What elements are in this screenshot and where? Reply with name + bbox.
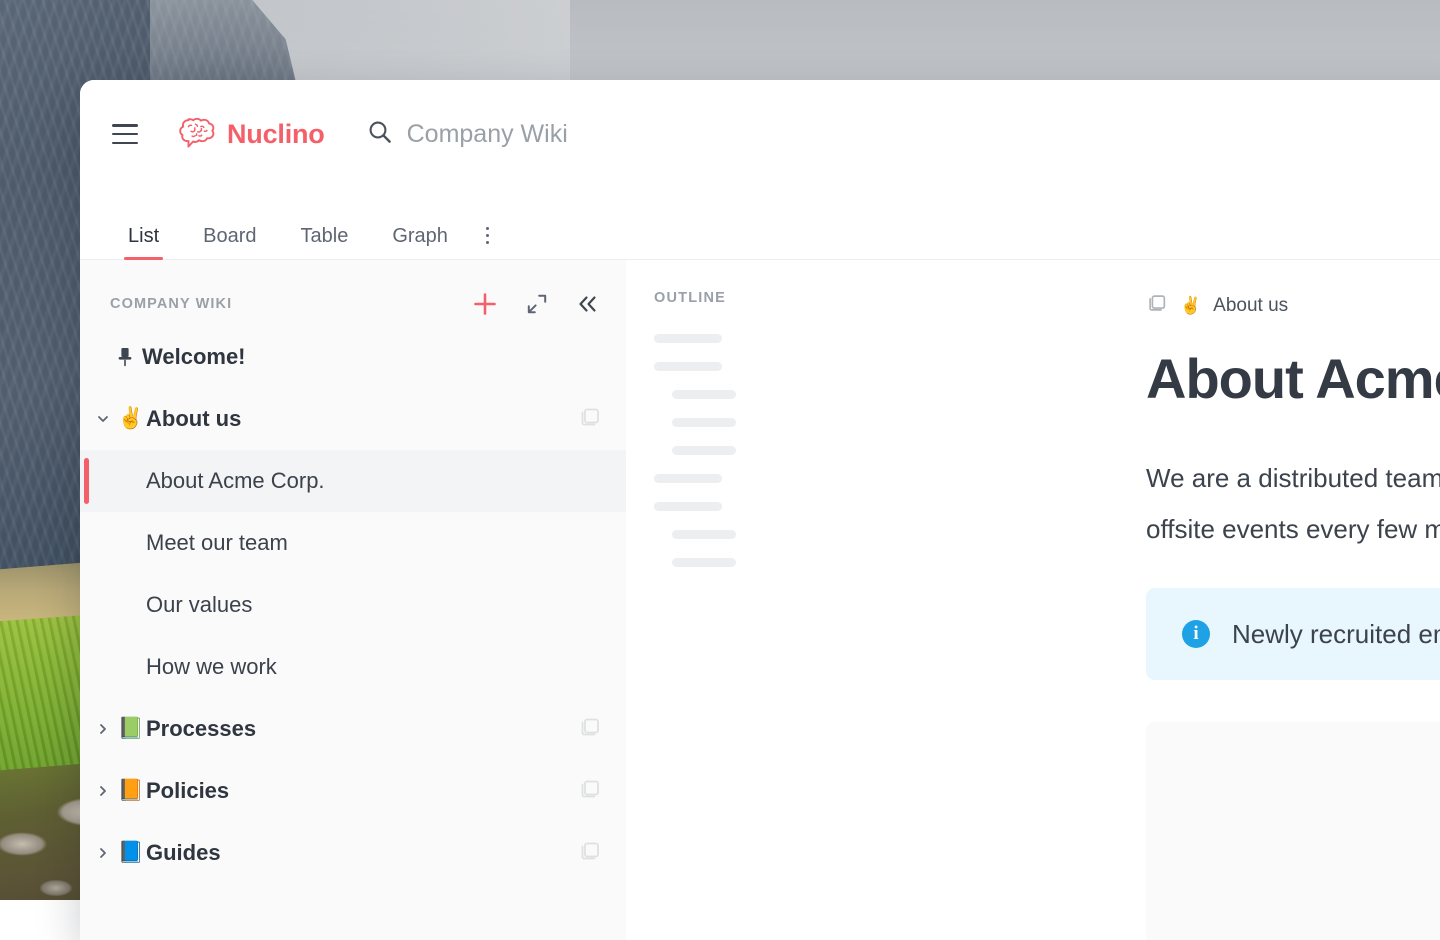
expand-icon[interactable] bbox=[526, 293, 548, 315]
duplicate-icon[interactable] bbox=[578, 839, 602, 868]
chevrons-left-icon[interactable] bbox=[576, 293, 600, 315]
app-body: COMPANY WIKI Welcome! ✌️ About us About … bbox=[80, 260, 1440, 940]
tab-table[interactable]: Table bbox=[279, 226, 371, 260]
sidebar-item-label: Welcome! bbox=[142, 344, 246, 369]
pin-icon bbox=[108, 346, 142, 368]
sidebar-item-label: About us bbox=[146, 406, 242, 431]
dot bbox=[485, 233, 490, 237]
page-title: About Acme bbox=[1146, 347, 1440, 410]
chevron-right-icon[interactable] bbox=[90, 846, 116, 860]
plus-icon[interactable] bbox=[472, 291, 498, 317]
sidebar: COMPANY WIKI Welcome! ✌️ About us About … bbox=[80, 260, 626, 940]
outline-skeleton-row bbox=[654, 474, 722, 483]
outline-skeleton-row bbox=[672, 530, 736, 539]
tab-board[interactable]: Board bbox=[181, 226, 278, 260]
info-icon: i bbox=[1182, 620, 1210, 649]
chevron-down-icon[interactable] bbox=[90, 412, 116, 426]
duplicate-icon[interactable] bbox=[578, 777, 602, 806]
sidebar-item-guides[interactable]: 📘 Guides bbox=[80, 822, 626, 884]
victory-hand-emoji: ✌️ bbox=[1180, 296, 1202, 315]
sidebar-item-about-acme-corp[interactable]: About Acme Corp. bbox=[80, 450, 626, 512]
image-block-placeholder bbox=[1146, 722, 1440, 940]
sidebar-item-our-values[interactable]: Our values bbox=[80, 574, 626, 636]
outline-skeleton-row bbox=[672, 558, 736, 567]
chevron-right-icon[interactable] bbox=[90, 784, 116, 798]
sidebar-item-label: Our values bbox=[146, 592, 253, 617]
sidebar-item-how-we-work[interactable]: How we work bbox=[80, 636, 626, 698]
hamburger-bar bbox=[112, 132, 138, 136]
nuclino-brain-logo bbox=[178, 115, 218, 154]
sidebar-item-label: Policies bbox=[146, 778, 230, 803]
brand-name: Nuclino bbox=[227, 118, 325, 149]
app-topbar: Nuclino Company Wiki bbox=[80, 80, 1440, 188]
sidebar-item-label: How we work bbox=[146, 654, 277, 679]
breadcrumb-label: About us bbox=[1213, 295, 1289, 316]
sidebar-header: COMPANY WIKI bbox=[80, 282, 626, 326]
tab-list[interactable]: List bbox=[106, 226, 181, 260]
view-tabs: List Board Table Graph bbox=[80, 188, 1440, 260]
sidebar-item-meet-our-team[interactable]: Meet our team bbox=[80, 512, 626, 574]
victory-hand-emoji: ✌️ bbox=[117, 407, 145, 430]
sidebar-item-label: Meet our team bbox=[146, 530, 288, 555]
sidebar-item-label: About Acme Corp. bbox=[146, 468, 325, 493]
info-callout: i Newly recruited employ bbox=[1146, 588, 1440, 681]
outline-skeleton-row bbox=[654, 362, 722, 371]
search-input[interactable]: Company Wiki bbox=[367, 119, 568, 150]
sidebar-item-processes[interactable]: 📗 Processes bbox=[80, 698, 626, 760]
hamburger-menu-icon[interactable] bbox=[112, 124, 138, 144]
search-icon bbox=[367, 119, 393, 150]
sidebar-item-about-us[interactable]: ✌️ About us bbox=[80, 388, 626, 450]
breadcrumb[interactable]: ✌️ About us bbox=[1146, 292, 1440, 320]
outline-skeleton-row bbox=[672, 390, 736, 399]
more-vertical-icon[interactable] bbox=[470, 226, 508, 261]
chevron-right-icon[interactable] bbox=[90, 722, 116, 736]
document-paragraph: We are a distributed team s offsite even… bbox=[1146, 453, 1440, 554]
outline-skeleton-row bbox=[672, 446, 736, 455]
paragraph-line: offsite events every few mo bbox=[1146, 513, 1440, 544]
sidebar-actions bbox=[472, 291, 600, 317]
outline-panel: OUTLINE bbox=[626, 260, 1092, 940]
green-book-emoji: 📗 bbox=[117, 717, 145, 740]
tab-graph[interactable]: Graph bbox=[370, 226, 470, 260]
outline-skeleton-row bbox=[654, 502, 722, 511]
callout-text: Newly recruited employ bbox=[1232, 618, 1440, 649]
outline-skeleton-row bbox=[654, 334, 722, 343]
duplicate-icon[interactable] bbox=[578, 405, 602, 434]
sidebar-item-label: Processes bbox=[146, 716, 257, 741]
search-placeholder: Company Wiki bbox=[406, 119, 568, 148]
sidebar-item-welcome[interactable]: Welcome! bbox=[80, 326, 626, 388]
duplicate-icon bbox=[1146, 292, 1168, 320]
dot bbox=[485, 240, 490, 244]
sidebar-item-label: Guides bbox=[146, 840, 221, 865]
blue-book-emoji: 📘 bbox=[117, 841, 145, 864]
paragraph-line: We are a distributed team s bbox=[1146, 463, 1440, 493]
sidebar-title: COMPANY WIKI bbox=[110, 296, 233, 312]
duplicate-icon[interactable] bbox=[578, 715, 602, 744]
hamburger-bar bbox=[112, 141, 138, 144]
nuclino-brand[interactable]: Nuclino bbox=[178, 115, 325, 154]
nuclino-app-window: Nuclino Company Wiki List Board Table Gr… bbox=[80, 80, 1440, 940]
orange-book-emoji: 📙 bbox=[117, 779, 145, 802]
sidebar-item-policies[interactable]: 📙 Policies bbox=[80, 760, 626, 822]
outline-skeleton-row bbox=[672, 418, 736, 427]
outline-title: OUTLINE bbox=[654, 290, 727, 306]
document-panel: ✌️ About us About Acme We are a distribu… bbox=[1092, 260, 1440, 940]
hamburger-bar bbox=[112, 124, 138, 127]
dot bbox=[485, 226, 490, 230]
